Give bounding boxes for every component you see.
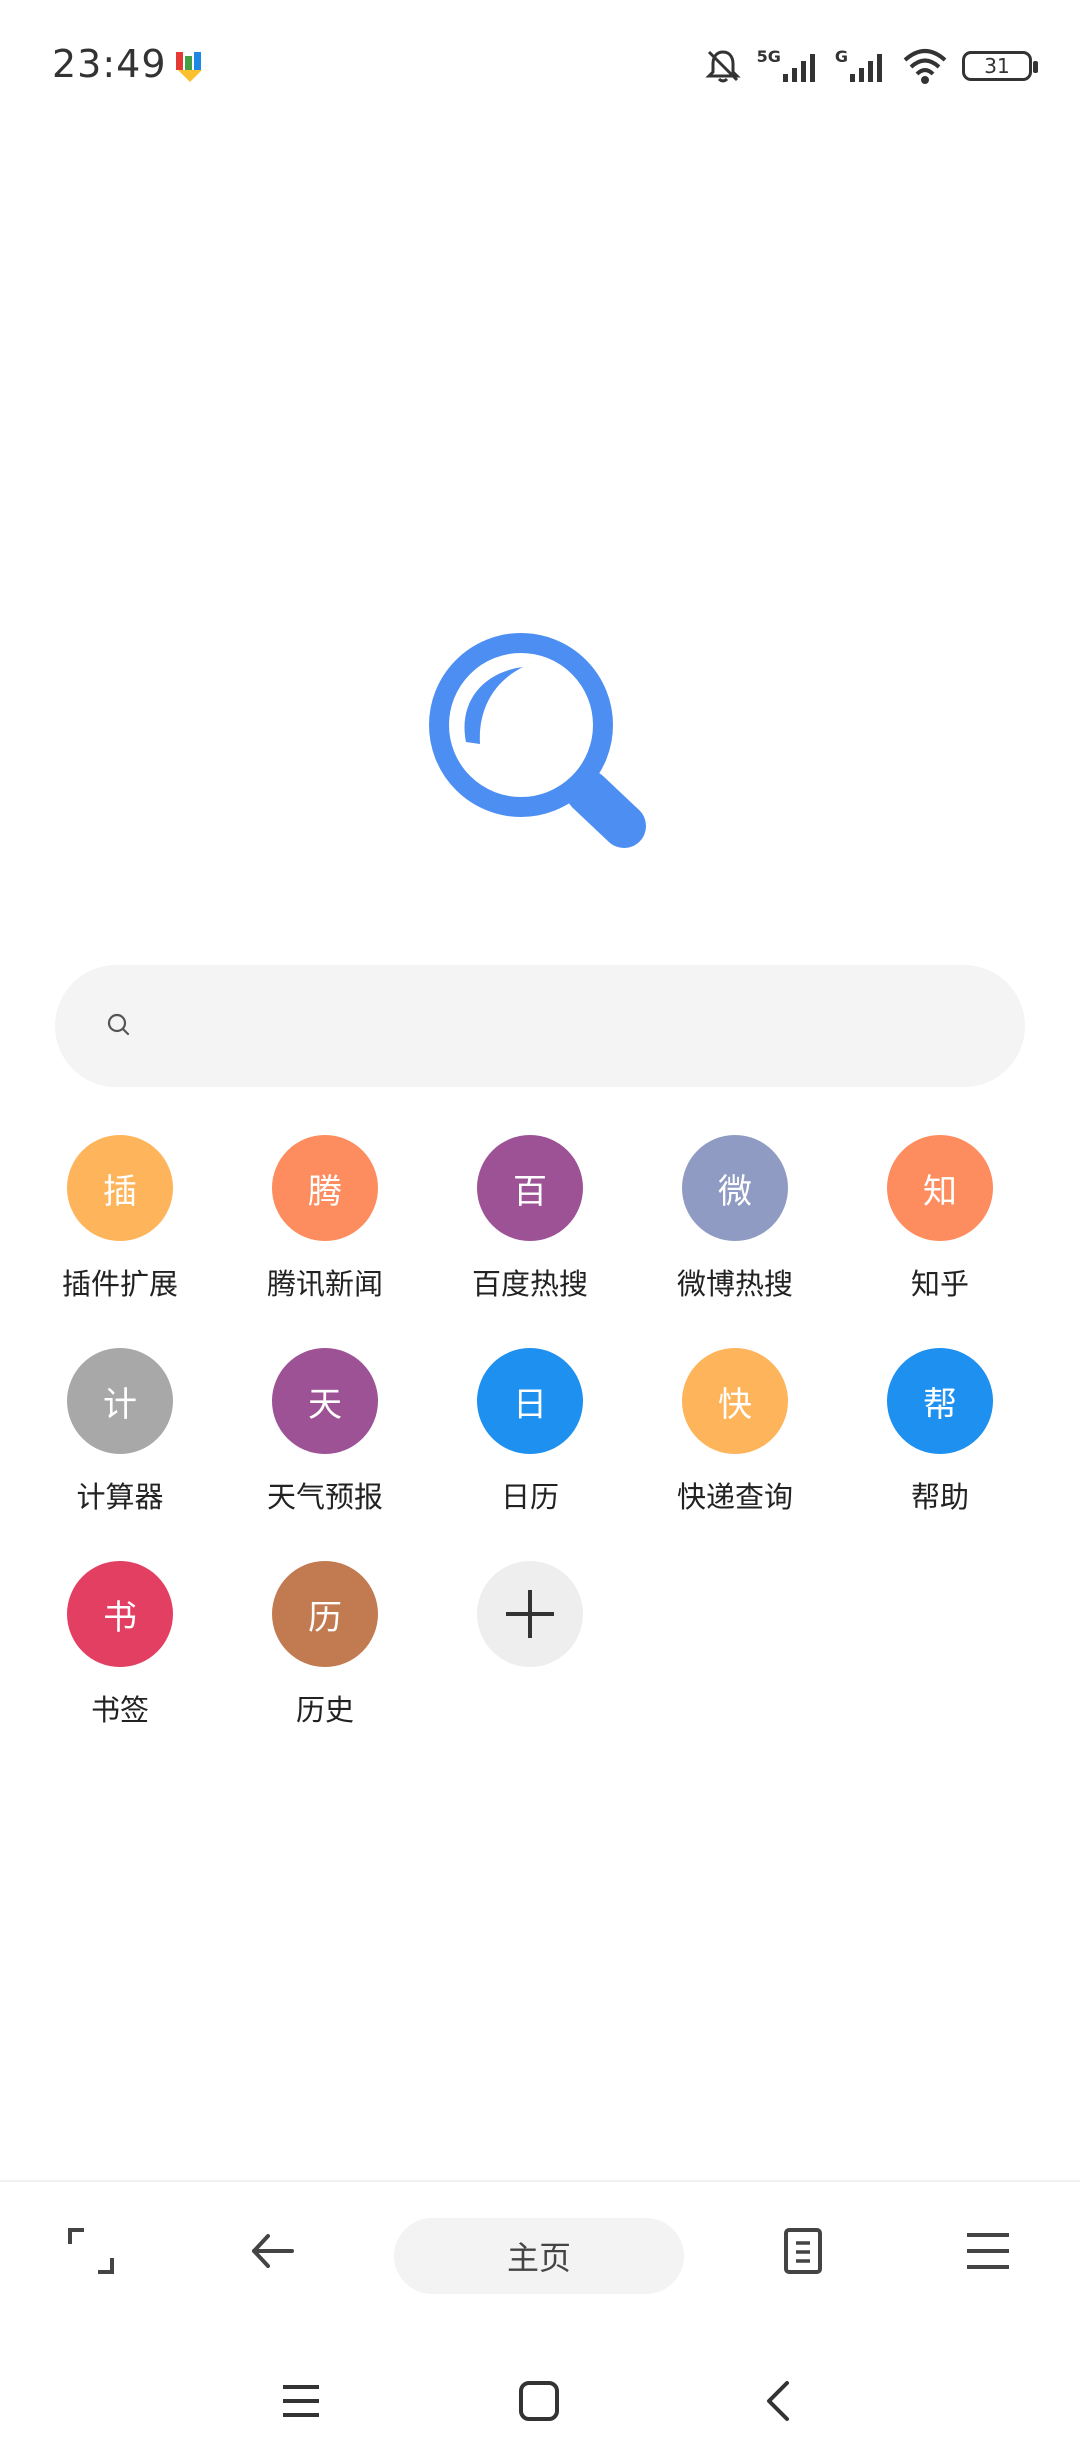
shortcut-label: 天气预报 <box>266 1480 383 1514</box>
signal-5g-icon: 5G <box>756 47 821 84</box>
battery-indicator: 31 <box>962 51 1038 81</box>
silent-bell-icon <box>703 46 743 86</box>
home-icon <box>517 2379 561 2427</box>
add-shortcut-button[interactable] <box>450 1561 610 1667</box>
back-nav-button[interactable] <box>744 2368 814 2438</box>
shortcut-icon: 日 <box>477 1348 583 1454</box>
shortcut-tencent-news[interactable]: 腾 腾讯新闻 <box>245 1135 405 1303</box>
tabs-icon <box>778 2226 828 2280</box>
shortcut-label: 腾讯新闻 <box>266 1267 383 1301</box>
shortcut-icon: 知 <box>887 1135 993 1241</box>
network-type-label: 5G <box>756 47 781 66</box>
notification-app-icon <box>174 50 206 84</box>
shortcut-icon: 腾 <box>272 1135 378 1241</box>
recent-apps-icon <box>279 2379 323 2427</box>
shortcut-weather[interactable]: 天 天气预报 <box>245 1348 405 1516</box>
search-logo-icon <box>428 632 656 862</box>
network2-type-label: G <box>834 47 848 66</box>
shortcut-label: 快递查询 <box>676 1480 793 1514</box>
status-time: 23:49 <box>52 42 167 86</box>
menu-icon <box>963 2226 1013 2280</box>
shortcut-bookmarks[interactable]: 书 书签 <box>40 1561 200 1729</box>
shortcut-express[interactable]: 快 快递查询 <box>655 1348 815 1516</box>
shortcut-calendar[interactable]: 日 日历 <box>450 1348 610 1516</box>
shortcut-history[interactable]: 历 历史 <box>245 1561 405 1729</box>
shortcut-label: 日历 <box>500 1480 559 1514</box>
bottom-toolbar: 主页 <box>0 2182 1080 2332</box>
search-input[interactable] <box>55 965 1025 1087</box>
signal-g-icon: G <box>834 47 888 84</box>
shortcut-baidu-hot[interactable]: 百 百度热搜 <box>450 1135 610 1303</box>
shortcut-label: 知乎 <box>910 1267 969 1301</box>
shortcut-label: 帮助 <box>910 1480 969 1514</box>
recent-apps-button[interactable] <box>266 2368 336 2438</box>
back-arrow-icon <box>248 2226 298 2280</box>
home-button[interactable]: 主页 <box>394 2218 684 2294</box>
home-nav-button[interactable] <box>504 2368 574 2438</box>
status-bar: 23:49 5G G 31 <box>0 0 1080 136</box>
shortcut-label: 微博热搜 <box>676 1267 793 1301</box>
status-icons: 5G G 31 <box>703 44 1038 88</box>
shortcut-label: 书签 <box>90 1693 149 1727</box>
plus-icon <box>477 1561 583 1667</box>
shortcut-label: 计算器 <box>76 1480 164 1514</box>
shortcut-icon: 历 <box>272 1561 378 1667</box>
fullscreen-button[interactable] <box>56 2218 126 2288</box>
shortcut-icon: 快 <box>682 1348 788 1454</box>
shortcut-help[interactable]: 帮 帮助 <box>860 1348 1020 1516</box>
system-nav-bar <box>0 2348 1080 2460</box>
shortcut-icon: 插 <box>67 1135 173 1241</box>
fullscreen-icon <box>66 2226 116 2280</box>
shortcut-weibo-hot[interactable]: 微 微博热搜 <box>655 1135 815 1303</box>
shortcut-icon: 百 <box>477 1135 583 1241</box>
shortcut-icon: 帮 <box>887 1348 993 1454</box>
shortcut-icon: 书 <box>67 1561 173 1667</box>
wifi-icon <box>902 46 948 86</box>
search-icon <box>103 1009 137 1043</box>
shortcut-label: 历史 <box>295 1693 354 1727</box>
shortcut-label: 插件扩展 <box>61 1267 178 1301</box>
shortcut-plugins[interactable]: 插 插件扩展 <box>40 1135 200 1303</box>
shortcut-label: 百度热搜 <box>471 1267 588 1301</box>
shortcut-icon: 微 <box>682 1135 788 1241</box>
back-button[interactable] <box>238 2218 308 2288</box>
tabs-button[interactable] <box>768 2218 838 2288</box>
shortcut-icon: 计 <box>67 1348 173 1454</box>
back-icon <box>757 2379 801 2427</box>
shortcut-calculator[interactable]: 计 计算器 <box>40 1348 200 1516</box>
shortcut-zhihu[interactable]: 知 知乎 <box>860 1135 1020 1303</box>
menu-button[interactable] <box>953 2218 1023 2288</box>
shortcut-icon: 天 <box>272 1348 378 1454</box>
